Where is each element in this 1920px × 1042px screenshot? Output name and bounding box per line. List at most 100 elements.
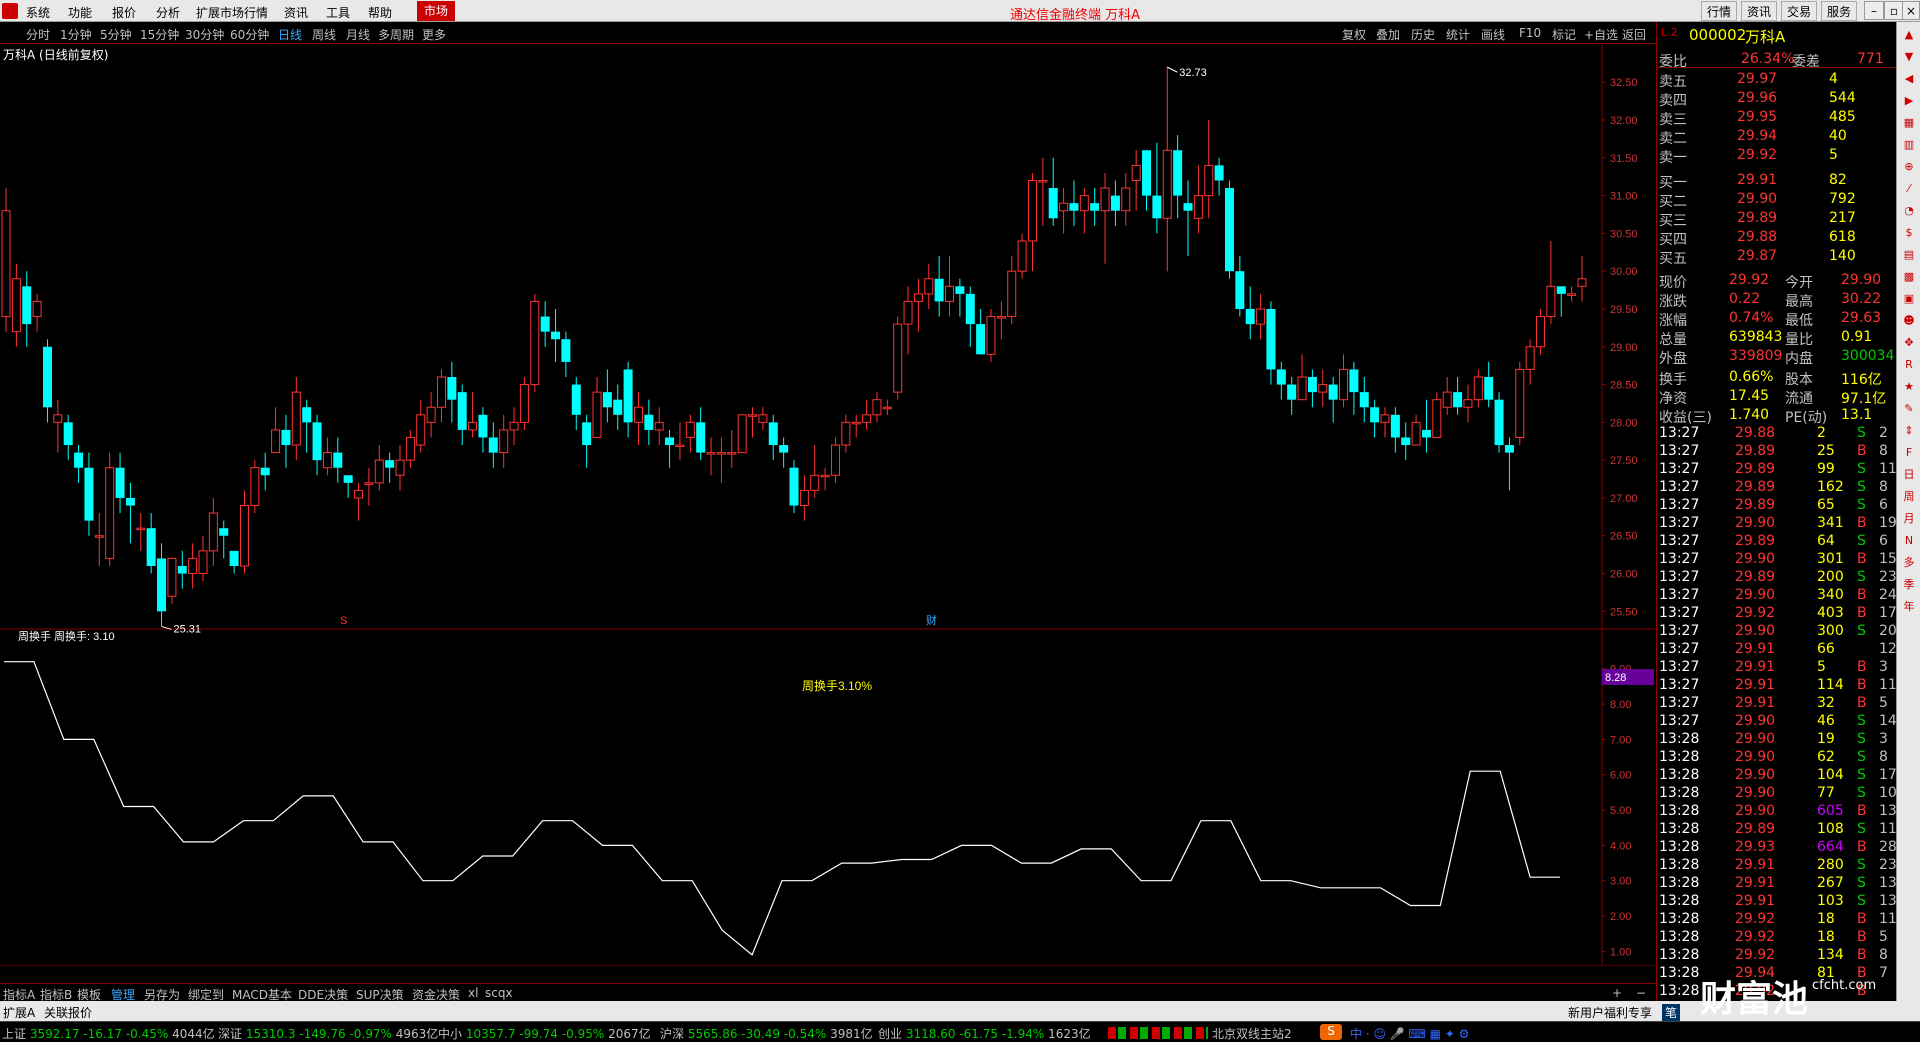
tool-btn-left-icon[interactable]: ◀ [1900, 70, 1918, 88]
tab-xl[interactable]: xl [468, 986, 478, 1000]
tab-extend-a[interactable]: 扩展A [3, 1004, 35, 1021]
candle-body-down [955, 286, 965, 294]
btn-f10[interactable]: F10 [1519, 26, 1541, 40]
tab-scqx[interactable]: scqx [485, 986, 513, 1000]
tick-row-cell: S [1857, 857, 1866, 873]
period-multi[interactable]: 多周期 [378, 26, 414, 43]
ime-toolbar-icons[interactable]: 中 · ☺ 🎤 ⌨ ▦ ✦ ⚙ [1350, 1025, 1469, 1042]
menu-function[interactable]: 功能 [68, 4, 92, 21]
candle-body-down [1421, 429, 1431, 438]
tick-row-cell: 13:28 [1659, 983, 1700, 999]
candle-body-up [1432, 399, 1442, 438]
tool-kline-icon[interactable]: ▦ [1900, 114, 1918, 132]
menu-tools[interactable]: 工具 [326, 4, 350, 21]
candle-body-down [1453, 392, 1463, 408]
period-tick[interactable]: 分时 [26, 26, 50, 43]
menu-help[interactable]: 帮助 [368, 4, 392, 21]
tool-grid-icon[interactable]: ▩ [1900, 268, 1918, 286]
menu-news[interactable]: 资讯 [284, 4, 308, 21]
tab-quotes[interactable]: 行情 [1701, 1, 1738, 21]
server-name[interactable]: 北京双线主站2 [1212, 1025, 1292, 1042]
period-30min[interactable]: 30分钟 [185, 26, 224, 43]
tool-F-icon[interactable]: F [1900, 444, 1918, 462]
btn-overlay[interactable]: 叠加 [1376, 26, 1400, 43]
period-weekly[interactable]: 周线 [312, 26, 336, 43]
tab-related-quote[interactable]: 关联报价 [44, 1004, 92, 1021]
tool-scroll-icon[interactable]: ⇕ [1900, 422, 1918, 440]
tick-row-cell: 13:27 [1659, 515, 1700, 531]
period-15min[interactable]: 15分钟 [140, 26, 179, 43]
tool-people-icon[interactable]: ☻ [1900, 312, 1918, 330]
market-button[interactable]: 市场 [417, 1, 455, 21]
minimize-icon[interactable]: – [1864, 1, 1884, 20]
pen-button[interactable]: 笔 [1662, 1004, 1681, 1021]
tool-zoom-icon[interactable]: ⊕ [1900, 158, 1918, 176]
candle-body-up [1193, 195, 1203, 219]
tool-多-icon[interactable]: 多 [1900, 554, 1918, 572]
index-sz[interactable]: 深证 15310.3 -149.76 -0.97% 4963亿 [218, 1025, 438, 1042]
tool-move-icon[interactable]: ✥ [1900, 334, 1918, 352]
tick-row-cell: 64 [1817, 533, 1835, 549]
btn-back[interactable]: 返回 [1622, 26, 1646, 43]
tool-年-icon[interactable]: 年 [1900, 598, 1918, 616]
tool-fund-icon[interactable]: $ [1900, 224, 1918, 242]
tool-N-icon[interactable]: N [1900, 532, 1918, 550]
tool-report-icon[interactable]: ▤ [1900, 246, 1918, 264]
period-monthly[interactable]: 月线 [346, 26, 370, 43]
tool-star-icon[interactable]: ★ [1900, 378, 1918, 396]
zoom-in-button[interactable]: + [1612, 986, 1622, 1000]
index-chinext[interactable]: 创业 3118.60 -61.75 -1.94% 1623亿 [878, 1025, 1091, 1042]
candle-body-down [976, 324, 986, 355]
bid-row-cell: 29.90 [1737, 191, 1778, 207]
btn-add-favorite[interactable]: +自选 [1584, 26, 1618, 43]
btn-statistics[interactable]: 统计 [1446, 26, 1470, 43]
tool-box-icon[interactable]: ▣ [1900, 290, 1918, 308]
tool-btn-down-icon[interactable]: ▼ [1900, 48, 1918, 66]
period-60min[interactable]: 60分钟 [230, 26, 269, 43]
tool-line-icon[interactable]: ⁄ [1900, 180, 1918, 198]
tool-btn-right-icon[interactable]: ▶ [1900, 92, 1918, 110]
btn-mark[interactable]: 标记 [1552, 26, 1576, 43]
candle-body-down [1090, 203, 1100, 211]
menu-extended-market[interactable]: 扩展市场行情 [196, 4, 268, 21]
period-1min[interactable]: 1分钟 [60, 26, 92, 43]
period-5min[interactable]: 5分钟 [100, 26, 132, 43]
tool-bars-icon[interactable]: ▥ [1900, 136, 1918, 154]
maximize-icon[interactable]: ▫ [1884, 1, 1904, 20]
tab-service[interactable]: 服务 [1821, 1, 1858, 21]
index-hs300[interactable]: 沪深 5565.86 -30.49 -0.54% 3981亿 [660, 1025, 873, 1042]
candle-body-up [1318, 384, 1328, 393]
btn-draw[interactable]: 画线 [1481, 26, 1505, 43]
info-row-cell: 0.91 [1841, 329, 1873, 345]
btn-history[interactable]: 历史 [1411, 26, 1435, 43]
promo-link[interactable]: 新用户福利专享 [1568, 1004, 1652, 1021]
period-more[interactable]: 更多 [422, 26, 446, 43]
tick-row-cell: B [1857, 947, 1867, 963]
close-icon[interactable]: × [1902, 1, 1920, 20]
tick-row-cell: 7 [1879, 965, 1888, 981]
tool-月-icon[interactable]: 月 [1900, 510, 1918, 528]
candle-body-down [613, 399, 623, 415]
tool-日-icon[interactable]: 日 [1900, 466, 1918, 484]
btn-restore-rights[interactable]: 复权 [1342, 26, 1366, 43]
period-daily[interactable]: 日线 [278, 26, 302, 43]
tab-trade[interactable]: 交易 [1781, 1, 1818, 21]
tool-周-icon[interactable]: 周 [1900, 488, 1918, 506]
tool-btn-up-icon[interactable]: ▲ [1900, 26, 1918, 44]
index-sme[interactable]: 中小 10357.7 -99.74 -0.95% 2067亿 [438, 1025, 651, 1042]
chart-area[interactable]: 32.50 32.00 31.50 31.00 30.50 30.00 29.50 29.00… [0, 44, 1656, 966]
ime-icon[interactable]: S [1320, 1024, 1342, 1040]
tool-pen-icon[interactable]: ✎ [1900, 400, 1918, 418]
tick-row-cell: 114 [1817, 677, 1844, 693]
menu-system[interactable]: 系统 [26, 4, 50, 21]
index-sh[interactable]: 上证 3592.17 -16.17 -0.45% 4044亿 [2, 1025, 215, 1042]
tab-news[interactable]: 资讯 [1741, 1, 1778, 21]
menu-quote[interactable]: 报价 [112, 4, 136, 21]
tool-rsi-icon[interactable]: R [1900, 356, 1918, 374]
zoom-out-button[interactable]: − [1636, 986, 1646, 1000]
tool-pie-icon[interactable]: ◔ [1900, 202, 1918, 220]
menu-analysis[interactable]: 分析 [156, 4, 180, 21]
tick-row-cell: 29.88 [1735, 425, 1776, 441]
tool-季-icon[interactable]: 季 [1900, 576, 1918, 594]
candle-body-down [1224, 188, 1234, 272]
